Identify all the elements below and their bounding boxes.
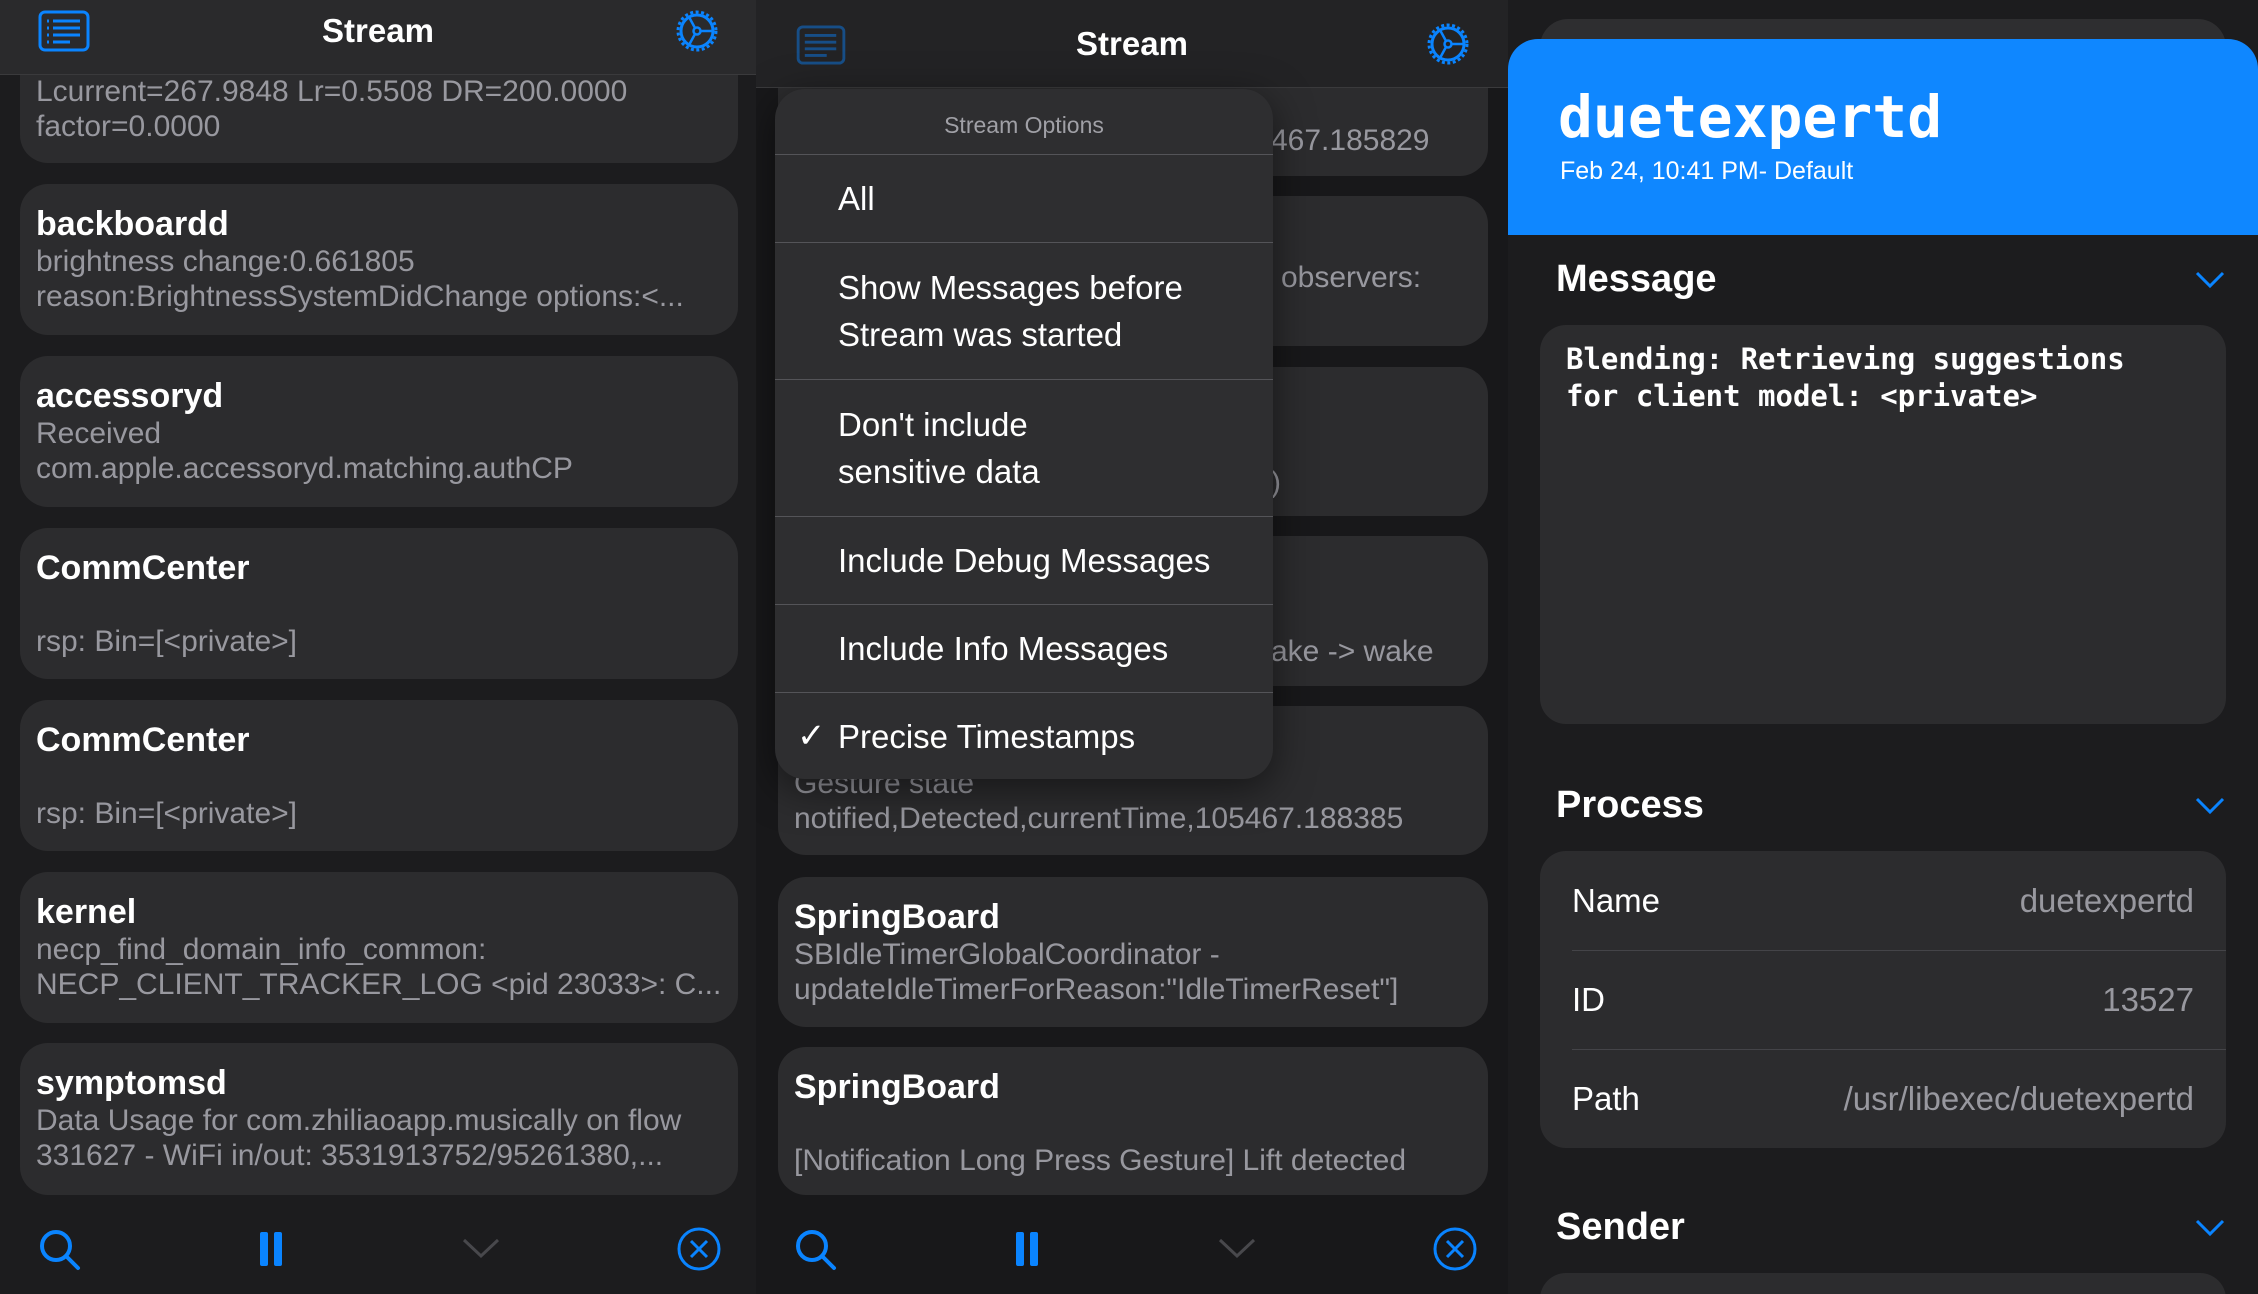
partial-log-text: ake -> wake — [1271, 635, 1434, 668]
sender-table — [1540, 1273, 2226, 1294]
message-section-heading: Message — [1556, 258, 1717, 300]
log-card[interactable]: kernel necp_find_domain_info_common: NECP… — [20, 872, 738, 1023]
process-title: duetexpertd — [1558, 83, 1943, 151]
menu-item-dont-include-sensitive[interactable]: Don't include sensitive data — [775, 380, 1273, 517]
chevron-down-button[interactable] — [1214, 1226, 1260, 1272]
menu-item-include-info[interactable]: Include Info Messages — [775, 605, 1273, 693]
chevron-down-icon — [1218, 1238, 1256, 1259]
nav-bar: Stream — [0, 0, 756, 75]
bottom-toolbar — [756, 1210, 1508, 1294]
checkmark-icon: ✓ — [797, 716, 826, 755]
close-circle-icon — [1433, 1227, 1477, 1271]
partial-log-text: 467.185829 — [1271, 124, 1430, 157]
menu-item-precise-timestamps[interactable]: ✓ Precise Timestamps — [775, 693, 1273, 779]
menu-item-label: Don't include sensitive data — [838, 406, 1040, 490]
log-process-name: kernel — [36, 893, 137, 931]
process-table: Name duetexpertd ID 13527 Path/usr/libexec… — [1540, 851, 2226, 1148]
pause-button[interactable] — [1004, 1226, 1050, 1272]
process-section-heading: Process — [1556, 784, 1704, 826]
menu-item-label: Show Messages before Stream was started — [838, 269, 1183, 353]
row-value: /usr/libexec/duetexpertd — [1843, 1079, 2194, 1117]
log-card[interactable]: accessoryd Received com.apple.accessoryd.… — [20, 356, 738, 507]
gear-icon[interactable] — [672, 6, 722, 56]
row-value: 13527 — [2102, 980, 2194, 1018]
process-row-name: Name duetexpertd — [1540, 851, 2226, 950]
gear-icon[interactable] — [1423, 19, 1473, 69]
menu-item-label: Precise Timestamps — [838, 717, 1136, 755]
stream-panel-middle: Stream 467.185829 observers: ) ake -> wa… — [756, 0, 1508, 1294]
chevron-down-icon[interactable] — [2194, 1218, 2226, 1238]
menu-item-label: Include Debug Messages — [838, 542, 1211, 579]
nav-title: Stream — [322, 12, 434, 49]
pause-icon — [1016, 1232, 1038, 1266]
pause-button[interactable] — [248, 1226, 294, 1272]
menu-item-label: Include Info Messages — [838, 630, 1169, 667]
row-label: Path — [1572, 1079, 1640, 1117]
log-message: [Notification Long Press Gesture] Lift d… — [794, 1144, 1406, 1177]
timestamp-subtitle: Feb 24, 10:41 PM- Default — [1560, 157, 1854, 185]
log-message: SBIdleTimerGlobalCoordinator - updateIdl… — [794, 938, 1399, 1006]
detail-header: duetexpertd Feb 24, 10:41 PM- Default — [1508, 39, 2258, 235]
row-value: duetexpertd — [2019, 881, 2194, 919]
log-process-name: CommCenter — [36, 721, 250, 759]
log-message: rsp: Bin=[<private>] — [36, 625, 297, 658]
log-message: brightness change:0.661805 reason:Bright… — [36, 245, 684, 313]
sender-section-heading: Sender — [1556, 1206, 1685, 1248]
close-circle-icon — [677, 1227, 721, 1271]
chevron-down-icon[interactable] — [2194, 796, 2226, 816]
log-process-name: accessoryd — [36, 377, 224, 415]
pause-icon — [260, 1232, 282, 1266]
log-card[interactable]: CommCenter rsp: Bin=[<private>] — [20, 528, 738, 679]
log-card[interactable]: SpringBoard SBIdleTimerGlobalCoordinator … — [778, 877, 1488, 1027]
search-icon — [40, 1230, 80, 1270]
log-message: Received com.apple.accessoryd.matching.a… — [36, 417, 573, 485]
process-row-id: ID 13527 — [1540, 950, 2226, 1049]
menu-item-include-debug[interactable]: Include Debug Messages — [775, 517, 1273, 605]
log-process-name: CommCenter — [36, 549, 250, 587]
menu-item-show-messages-before-start[interactable]: Show Messages before Stream was started — [775, 243, 1273, 380]
log-process-name: symptomsd — [36, 1064, 227, 1102]
menu-item-all[interactable]: All — [775, 155, 1273, 243]
search-button[interactable] — [36, 1226, 82, 1272]
log-message: rsp: Bin=[<private>] — [36, 797, 297, 830]
process-row-path: Path/usr/libexec/duetexpertd — [1540, 1049, 2226, 1148]
nav-title: Stream — [1076, 25, 1188, 62]
log-process-name: SpringBoard — [794, 898, 1000, 936]
close-circle-button[interactable] — [1432, 1226, 1478, 1272]
nav-bar: Stream — [756, 0, 1508, 88]
search-icon — [796, 1230, 836, 1270]
log-detail-panel: duetexpertd Feb 24, 10:41 PM- Default Me… — [1508, 0, 2258, 1294]
log-message: necp_find_domain_info_common: NECP_CLIEN… — [36, 933, 722, 1001]
chevron-down-icon[interactable] — [2194, 270, 2226, 290]
chevron-down-button[interactable] — [458, 1226, 504, 1272]
log-process-name: SpringBoard — [794, 1068, 1000, 1106]
row-label: ID — [1572, 980, 1605, 1018]
menu-header: Stream Options — [775, 89, 1273, 155]
log-process-name: backboardd — [36, 205, 229, 243]
stream-options-menu: Stream Options All Show Messages before … — [775, 89, 1273, 779]
log-card[interactable]: backboardd brightness change:0.661805 rea… — [20, 184, 738, 335]
menu-item-label: All — [838, 180, 875, 217]
log-message: Lcurrent=267.9848 Lr=0.5508 DR=200.0000 … — [36, 75, 628, 143]
log-card[interactable]: CommCenter rsp: Bin=[<private>] — [20, 700, 738, 851]
log-card[interactable]: SpringBoard [Notification Long Press Gest… — [778, 1047, 1488, 1195]
message-text: Blending: Retrieving suggestions for cli… — [1540, 325, 2226, 724]
bottom-toolbar — [0, 1210, 756, 1294]
log-message: Data Usage for com.zhiliaoapp.musically … — [36, 1104, 682, 1172]
close-circle-button[interactable] — [676, 1226, 722, 1272]
chevron-down-icon — [462, 1238, 500, 1259]
partial-log-text: observers: — [1281, 261, 1422, 294]
search-button[interactable] — [792, 1226, 838, 1272]
row-label: Name — [1572, 881, 1661, 919]
log-card[interactable]: symptomsd Data Usage for com.zhiliaoapp.m… — [20, 1043, 738, 1195]
stream-panel-left: Stream Lcurrent=267.9848 Lr=0.5508 DR=20… — [0, 0, 756, 1294]
